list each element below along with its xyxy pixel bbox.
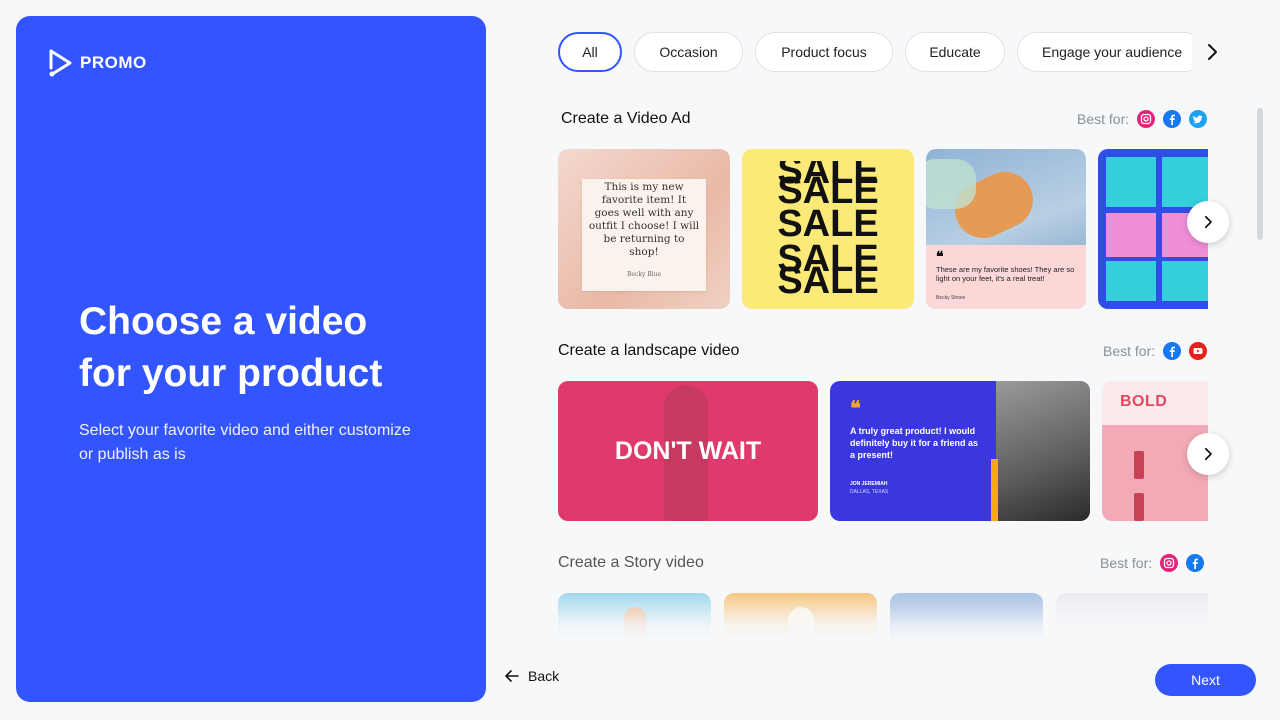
template-thumbnail[interactable]: ❝ These are my favorite shoes! They are … (926, 149, 1086, 309)
best-for-label: Best for: (1100, 555, 1153, 571)
back-button[interactable]: Back (504, 668, 559, 684)
sale-word: SALE (777, 170, 879, 212)
sale-word: SALE (777, 260, 879, 301)
quote-author: Becky Shoes (936, 295, 966, 301)
testimonial-quote: A truly great product! I would definitel… (850, 426, 979, 460)
product-tile (1106, 157, 1156, 207)
quote-mark-icon: ❝ (936, 248, 944, 264)
accent-bar (991, 459, 998, 521)
brand-name: PROMO (80, 53, 147, 72)
section-title-landscape: Create a landscape video (558, 342, 740, 359)
landscape-carousel: DON'T WAIT ❝ A truly great product! I wo… (558, 381, 1208, 521)
template-thumbnail[interactable]: SALE SALE SALE SALE SALE (742, 149, 914, 309)
video-ad-carousel: This is my new favorite item! It goes we… (558, 149, 1208, 309)
facebook-icon (1163, 342, 1182, 360)
quote-text: These are my favorite shoes! They are so… (936, 265, 1075, 283)
page-title-line-2: for your product (79, 352, 383, 395)
filter-chips: All Occasion Product focus Educate Engag… (558, 32, 1192, 72)
template-thumbnail[interactable]: This is my new favorite item! It goes we… (558, 149, 730, 309)
page-title: Choose a video for your product (79, 296, 439, 400)
arrow-left-icon (505, 670, 519, 682)
youtube-icon (1189, 342, 1208, 360)
play-logo-icon (49, 49, 72, 77)
twitter-icon (1189, 110, 1208, 128)
portrait-photo (996, 381, 1090, 521)
scrollbar[interactable] (1257, 108, 1263, 240)
chevron-right-icon (1204, 215, 1212, 229)
product-tile (1106, 261, 1156, 301)
template-thumbnail[interactable]: ❝ A truly great product! I would definit… (830, 381, 1090, 521)
testimonial-location: DALLAS, TEXAS (850, 489, 889, 495)
testimonial-name: JON JEREMIAH (850, 481, 888, 487)
product-lipstick (1134, 451, 1144, 479)
hero-panel: PROMO Choose a video for your product Se… (16, 16, 486, 702)
back-label: Back (528, 668, 560, 684)
sale-stack: SALE SALE SALE SALE SALE (772, 161, 884, 301)
chip-engage-your-audience[interactable]: Engage your audience (1017, 32, 1192, 72)
chip-educate[interactable]: Educate (905, 32, 1005, 72)
best-for-video-ad: Best for: (1077, 110, 1208, 128)
best-for-story: Best for: (1100, 554, 1205, 572)
page-subtitle: Select your favorite video and either cu… (79, 422, 411, 463)
facebook-icon (1186, 554, 1205, 572)
quote-card: This is my new favorite item! It goes we… (582, 179, 706, 291)
next-button[interactable]: Next (1155, 664, 1256, 696)
section-title-video-ad: Create a Video Ad (561, 110, 691, 127)
chip-product-focus[interactable]: Product focus (755, 32, 893, 72)
carousel-next-button[interactable] (1187, 201, 1229, 243)
app: PROMO Choose a video for your product Se… (0, 0, 1280, 720)
template-thumbnail[interactable]: DON'T WAIT (558, 381, 818, 521)
facebook-icon (1163, 110, 1182, 128)
best-for-landscape: Best for: (1103, 342, 1208, 360)
product-lipstick (1134, 493, 1144, 521)
decor-shape (926, 159, 976, 209)
chevron-right-icon (1204, 447, 1212, 461)
quote-mark-icon: ❝ (850, 398, 861, 420)
instagram-icon (1160, 554, 1179, 572)
thumbnail-headline: BOLD (1120, 393, 1168, 410)
chevron-right-icon[interactable] (1200, 40, 1224, 64)
thumbnail-headline: DON'T WAIT (614, 437, 762, 465)
page-title-line-1: Choose a video (79, 300, 368, 343)
carousel-next-button[interactable] (1187, 433, 1229, 475)
section-title-story: Create a Story video (558, 554, 704, 571)
instagram-icon (1137, 110, 1156, 128)
product-tile (1162, 157, 1208, 207)
scroll-fade (558, 592, 1208, 640)
quote-author: Becky Blue (627, 271, 661, 278)
quote-text: This is my new favorite item! It goes we… (588, 181, 700, 258)
brand-logo: PROMO (48, 48, 147, 78)
chip-occasion[interactable]: Occasion (634, 32, 743, 72)
best-for-label: Best for: (1077, 111, 1130, 127)
product-tile (1106, 213, 1156, 257)
best-for-label: Best for: (1103, 343, 1156, 359)
chip-all[interactable]: All (558, 32, 622, 72)
quote-band: ❝ These are my favorite shoes! They are … (926, 245, 1086, 309)
template-browser: All Occasion Product focus Educate Engag… (486, 0, 1280, 720)
product-tile (1162, 261, 1208, 301)
